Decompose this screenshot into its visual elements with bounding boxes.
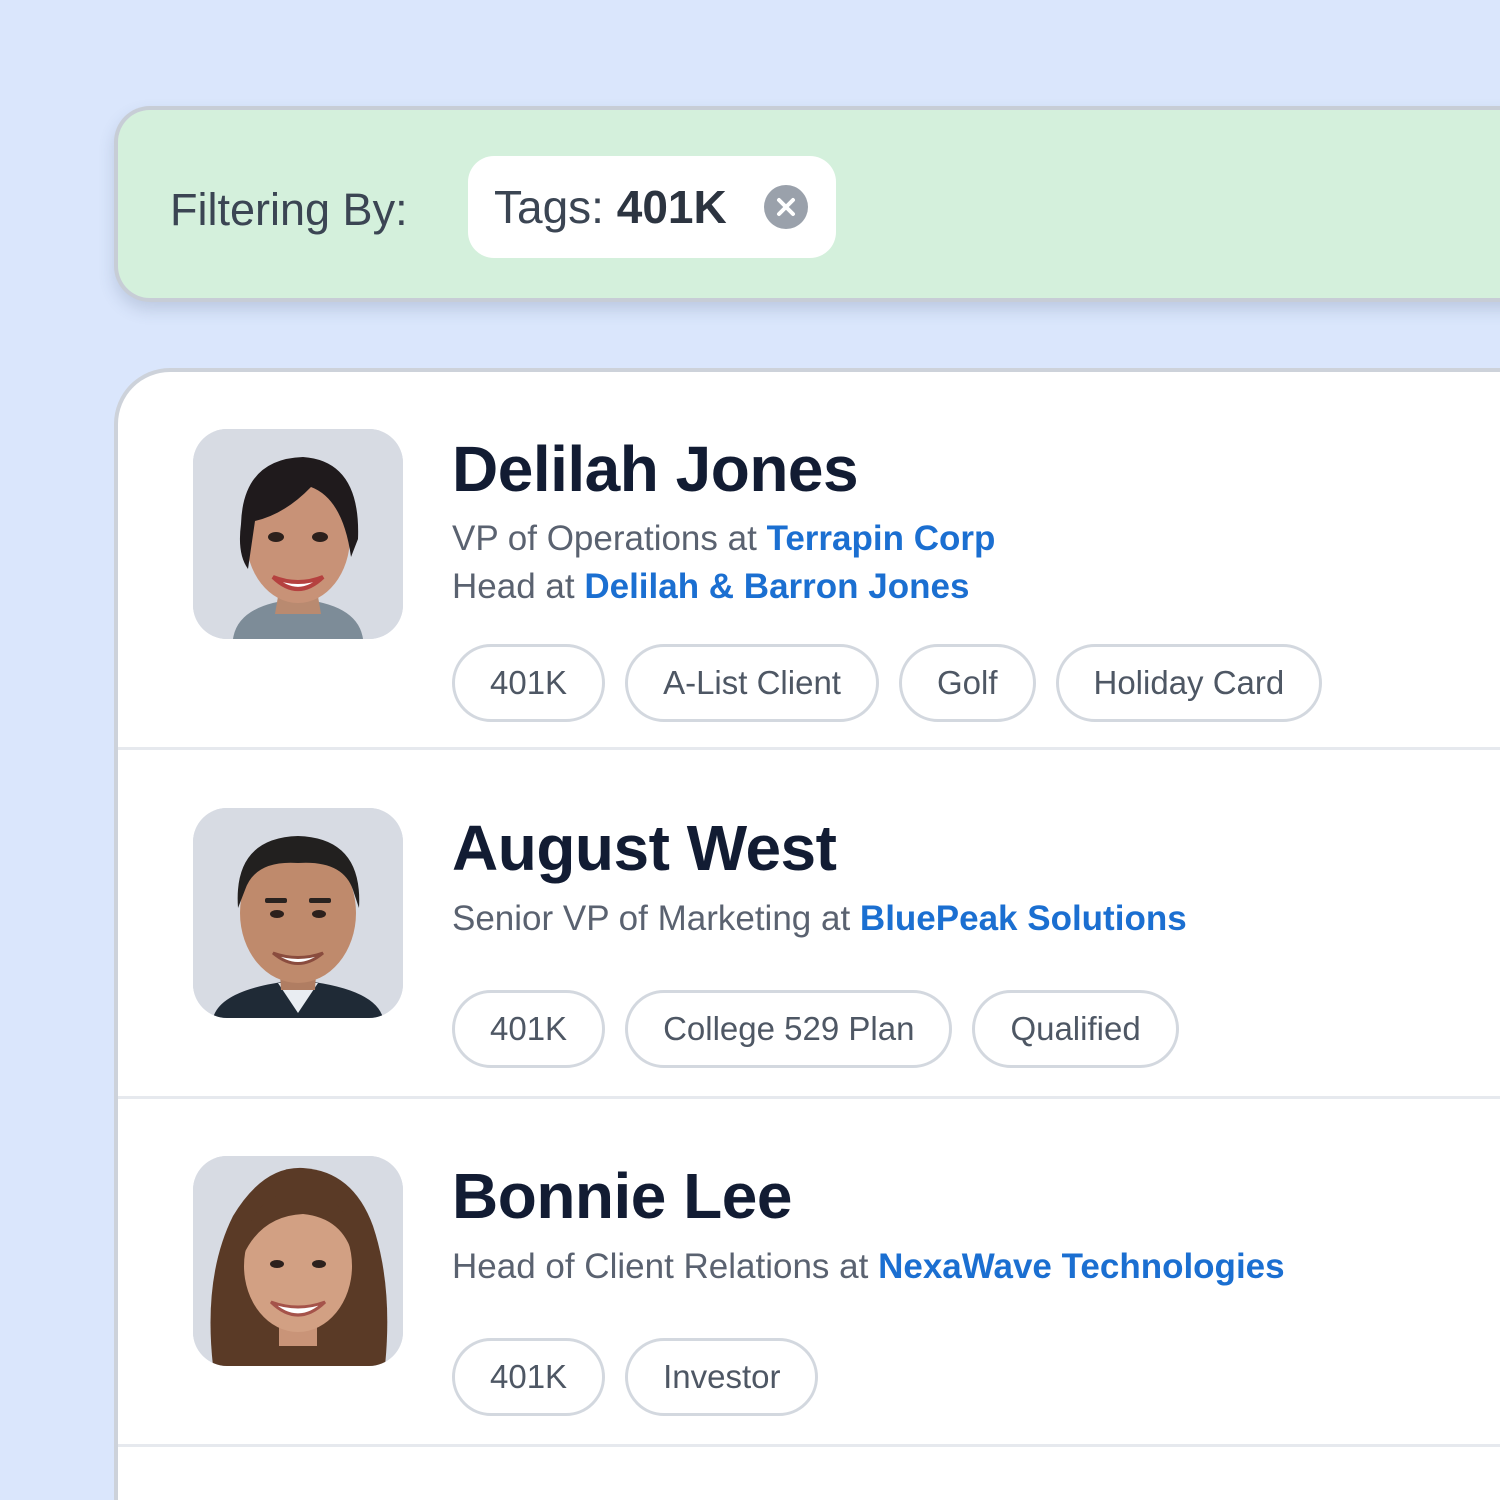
filter-chip-value: 401K — [616, 181, 727, 233]
role-title: Head at — [452, 567, 575, 606]
contact-role: Head of Client Relations at NexaWave Tec… — [452, 1246, 1285, 1288]
filter-chip-key: Tags: — [494, 181, 604, 233]
tag-list: 401K Investor — [452, 1338, 838, 1416]
avatar — [193, 429, 403, 639]
tag[interactable]: Golf — [898, 644, 1036, 722]
tag[interactable]: Investor — [625, 1338, 819, 1416]
role-title: Senior VP of Marketing at — [452, 899, 851, 938]
close-circle-icon[interactable] — [764, 185, 808, 229]
page: Filtering By: Tags: 401K Delilah Jones V… — [0, 0, 1500, 1500]
company-link[interactable]: NexaWave Technologies — [878, 1247, 1285, 1286]
filter-label: Filtering By: — [170, 184, 408, 235]
contact-role: Senior VP of Marketing at BluePeak Solut… — [452, 898, 1187, 940]
contact-name[interactable]: Bonnie Lee — [452, 1159, 792, 1233]
role-title: Head of Client Relations at — [452, 1247, 869, 1286]
company-link[interactable]: BluePeak Solutions — [860, 899, 1187, 938]
contact-name[interactable]: August West — [452, 811, 837, 885]
contact-list: Delilah Jones VP of Operations at Terrap… — [114, 368, 1500, 1500]
filter-chip-text: Tags: 401K — [494, 181, 727, 233]
role-title: VP of Operations at — [452, 519, 757, 558]
tag-list: 401K College 529 Plan Qualified — [452, 990, 1199, 1068]
tag[interactable]: A-List Client — [625, 644, 879, 722]
contact-role: Head at Delilah & Barron Jones — [452, 566, 969, 608]
contact-role: VP of Operations at Terrapin Corp — [452, 518, 995, 560]
contact-row[interactable]: Bonnie Lee Head of Client Relations at N… — [118, 1099, 1500, 1447]
tag-list: 401K A-List Client Golf Holiday Card — [452, 644, 1342, 722]
avatar — [193, 1156, 403, 1366]
tag[interactable]: 401K — [452, 1338, 606, 1416]
filter-bar: Filtering By: Tags: 401K — [114, 106, 1500, 302]
tag[interactable]: College 529 Plan — [625, 990, 953, 1068]
contact-row[interactable]: August West Senior VP of Marketing at Bl… — [118, 750, 1500, 1099]
tag[interactable]: 401K — [452, 644, 606, 722]
company-link[interactable]: Delilah & Barron Jones — [584, 567, 969, 606]
contact-name[interactable]: Delilah Jones — [452, 432, 859, 506]
filter-chip-tags[interactable]: Tags: 401K — [468, 156, 836, 258]
tag[interactable]: Qualified — [972, 990, 1179, 1068]
contact-row[interactable]: Delilah Jones VP of Operations at Terrap… — [118, 372, 1500, 750]
tag[interactable]: 401K — [452, 990, 606, 1068]
company-link[interactable]: Terrapin Corp — [767, 519, 996, 558]
avatar — [193, 808, 403, 1018]
tag[interactable]: Holiday Card — [1055, 644, 1323, 722]
